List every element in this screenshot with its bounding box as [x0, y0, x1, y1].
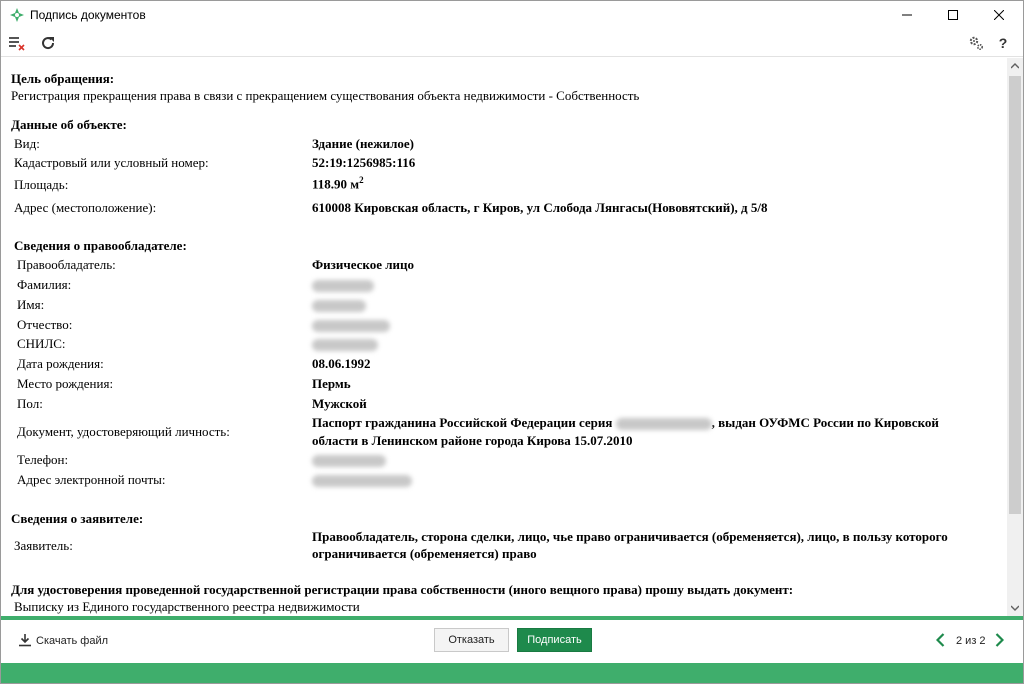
sign-button[interactable]: Подписать	[517, 628, 592, 652]
scroll-up-button[interactable]	[1007, 58, 1023, 74]
window-title: Подпись документов	[30, 8, 146, 22]
scrollbar-thumb[interactable]	[1009, 76, 1021, 514]
birth-place-label: Место рождения:	[17, 376, 114, 391]
holder-heading: Сведения о правообладателе:	[14, 238, 187, 253]
object-heading: Данные об объекте:	[11, 117, 127, 132]
name-value-redacted	[312, 297, 366, 313]
minimize-icon	[902, 14, 912, 16]
settings-button[interactable]	[965, 32, 987, 54]
applicant-value-line1: Правообладатель, сторона сделки, лицо, ч…	[312, 529, 948, 544]
refresh-icon	[42, 37, 55, 50]
download-icon[interactable]	[18, 633, 32, 647]
holder-type-label: Правообладатель:	[17, 257, 116, 272]
next-page-button[interactable]	[992, 631, 1006, 649]
birth-place-value: Пермь	[312, 376, 351, 391]
applicant-label: Заявитель:	[14, 538, 73, 553]
email-value-redacted	[312, 472, 412, 488]
surname-value-redacted	[312, 277, 374, 293]
sign-documents-window: Подпись документов ? Цель обращения: Рег…	[0, 0, 1024, 684]
applicant-heading: Сведения о заявителе:	[11, 511, 144, 526]
id-document-value-line2: области в Ленинском районе города Кирова…	[312, 433, 633, 448]
gender-label: Пол:	[17, 396, 43, 411]
holder-type-value: Физическое лицо	[312, 257, 415, 272]
status-bar	[1, 663, 1023, 683]
document-request-text: Выписку из Единого государственного реес…	[14, 599, 360, 614]
email-label: Адрес электронной почты:	[17, 472, 166, 487]
close-button[interactable]	[976, 1, 1022, 29]
applicant-value-line2: ограничивается (обременяется) право	[312, 546, 537, 561]
document-request-heading: Для удостоверения проведенной государств…	[11, 582, 794, 597]
toolbar: ?	[1, 29, 1023, 57]
phone-label: Телефон:	[17, 452, 69, 467]
vertical-scrollbar[interactable]	[1007, 58, 1023, 616]
birth-date-label: Дата рождения:	[17, 356, 104, 371]
cadastral-number-label: Кадастровый или условный номер:	[14, 155, 209, 170]
refresh-button[interactable]	[37, 32, 59, 54]
object-type-label: Вид:	[14, 136, 40, 151]
chevron-right-icon	[995, 633, 1004, 647]
patronymic-value-redacted	[312, 317, 390, 333]
list-clear-icon	[9, 37, 25, 51]
id-document-label: Документ, удостоверяющий личность:	[17, 424, 230, 439]
purpose-heading: Цель обращения:	[11, 71, 115, 86]
minimize-button[interactable]	[884, 1, 930, 29]
name-label: Имя:	[17, 297, 45, 312]
object-type-value: Здание (нежилое)	[312, 136, 415, 151]
help-button[interactable]: ?	[992, 32, 1014, 54]
document-content: Цель обращения: Регистрация прекращения …	[1, 58, 1007, 616]
phone-value-redacted	[312, 452, 386, 468]
gears-icon	[969, 36, 984, 51]
chevron-down-icon	[1011, 605, 1019, 611]
clear-list-button[interactable]	[6, 32, 28, 54]
passport-series-redacted	[615, 418, 712, 431]
chevron-left-icon	[935, 633, 944, 647]
cadastral-number-value: 52:19:1256985:116	[312, 155, 416, 170]
address-value: 610008 Кировская область, г Киров, ул Сл…	[312, 200, 768, 215]
snils-label: СНИЛС:	[17, 336, 66, 351]
patronymic-label: Отчество:	[17, 317, 73, 332]
maximize-button[interactable]	[930, 1, 976, 29]
footer-bar: Скачать файл Отказать Подписать 2 из 2	[1, 620, 1023, 663]
surname-label: Фамилия:	[17, 277, 72, 292]
birth-date-value: 08.06.1992	[312, 356, 371, 371]
id-document-value-line1: Паспорт гражданина Российской Федерации …	[312, 415, 939, 431]
app-logo-icon	[10, 8, 24, 22]
address-label: Адрес (местоположение):	[14, 200, 157, 215]
gender-value: Мужской	[312, 396, 367, 411]
download-file-link[interactable]: Скачать файл	[36, 635, 108, 647]
close-icon	[994, 10, 1004, 20]
area-label: Площадь:	[14, 177, 69, 192]
snils-value-redacted	[312, 336, 378, 352]
page-indicator: 2 из 2	[956, 635, 986, 647]
refuse-button[interactable]: Отказать	[434, 628, 509, 652]
purpose-text: Регистрация прекращения права в связи с …	[11, 88, 640, 103]
scroll-down-button[interactable]	[1007, 600, 1023, 616]
chevron-up-icon	[1011, 63, 1019, 69]
maximize-icon	[948, 10, 958, 20]
previous-page-button[interactable]	[933, 631, 947, 649]
area-value: 118.90 м2	[312, 175, 364, 192]
title-bar: Подпись документов	[1, 1, 1023, 29]
